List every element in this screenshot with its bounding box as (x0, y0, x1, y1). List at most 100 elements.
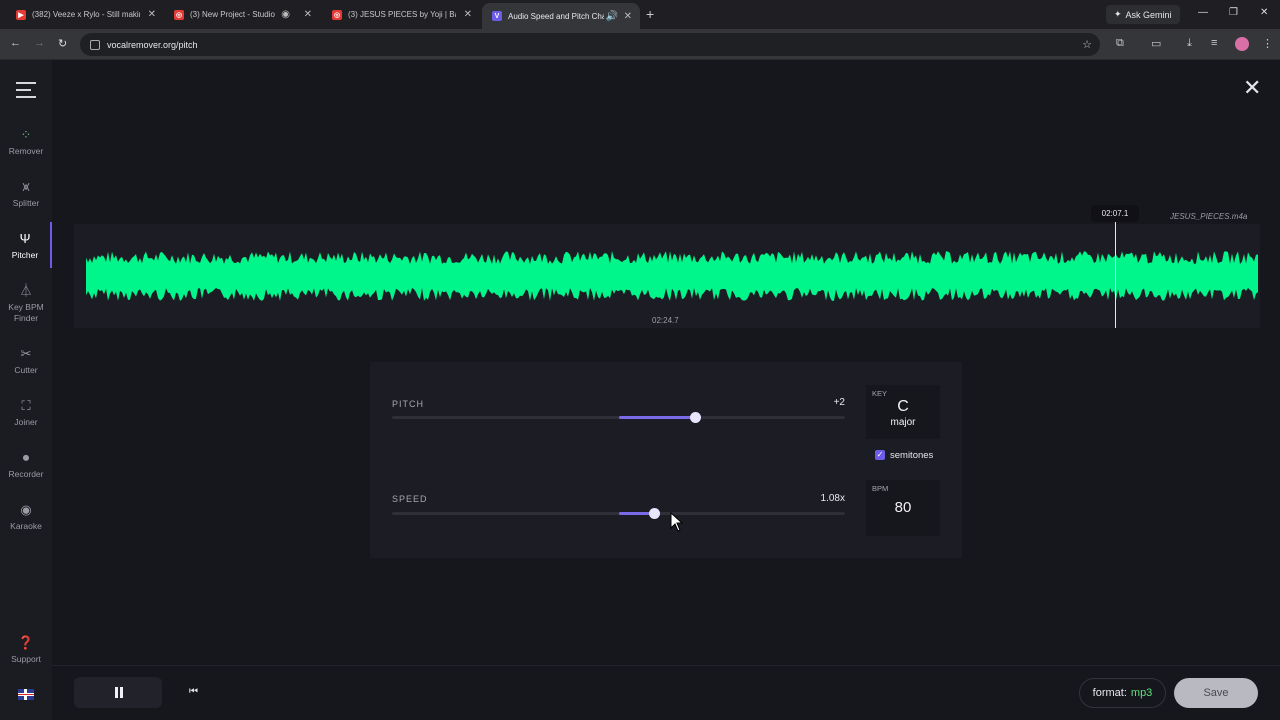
speaker-icon[interactable]: 🔊 (606, 11, 618, 22)
vocalremover-icon: V (492, 11, 502, 21)
waveform-shape (86, 251, 1258, 301)
waveform[interactable] (86, 250, 1258, 302)
close-icon[interactable]: ✕ (1243, 77, 1261, 99)
pitch-value: +2 (833, 397, 845, 408)
tuning-fork-icon: Ψ (19, 231, 31, 246)
sidebar-item-pitcher[interactable]: Ψ Pitcher (0, 222, 52, 268)
sidebar-item-label: Cutter (14, 365, 38, 375)
maximize-button[interactable]: ❐ (1229, 7, 1238, 18)
speed-value: 1.08x (820, 493, 845, 504)
key-note: C (897, 398, 909, 415)
splitter-icon: ⩙ (22, 179, 30, 194)
close-tab-icon[interactable]: ✕ (624, 11, 632, 22)
forward-arrow-icon[interactable]: → (34, 37, 45, 49)
playhead[interactable] (1115, 222, 1116, 328)
karaoke-icon: ◉ (20, 502, 32, 517)
cast-icon[interactable]: ▭ (1151, 37, 1161, 50)
url-field[interactable]: vocalremover.org/pitch ☆ (80, 33, 1100, 56)
key-caption: KEY (872, 389, 888, 398)
tab-title: Audio Speed and Pitch Cha… (508, 11, 604, 21)
minimize-button[interactable]: — (1198, 7, 1208, 18)
save-button[interactable]: Save (1174, 678, 1258, 708)
sidebar: ⁘ Remover ⩙ Splitter Ψ Pitcher ⏃ Key BPM… (0, 60, 52, 720)
sidebar-item-splitter[interactable]: ⩙ Splitter (0, 179, 52, 209)
remover-icon: ⁘ (20, 127, 32, 142)
duration-label: 02:24.7 (652, 316, 679, 325)
gemini-icon: ✦ (1114, 9, 1122, 19)
extensions-icon[interactable]: ⧉ (1116, 37, 1124, 50)
recording-icon: ◉ (281, 9, 290, 20)
back-arrow-icon[interactable]: ← (10, 37, 21, 49)
key-mode: major (890, 417, 916, 428)
sidebar-item-label: Key BPM Finder (8, 302, 44, 323)
profile-avatar[interactable] (1235, 37, 1249, 51)
sidebar-item-key-bpm-finder[interactable]: ⏃ Key BPM Finder (0, 284, 52, 324)
sidebar-item-label: Karaoke (10, 521, 42, 531)
scissors-icon: ✂ (20, 346, 32, 361)
bandlab-icon: ◎ (174, 9, 184, 20)
sidebar-item-label: Support (11, 654, 41, 664)
bpm-value: 80 (894, 499, 912, 516)
metronome-icon: ⏃ (19, 283, 33, 298)
hamburger-menu-icon[interactable] (16, 82, 36, 103)
browser-tab-bar: ▶ (382) Veeze x Rylo - Still makin… ✕ ◎ … (0, 0, 1280, 29)
bandlab-icon: ◎ (332, 9, 342, 20)
browser-tab[interactable]: ◎ (3) New Project - Studio ◉ ✕ (164, 4, 320, 25)
pitch-slider-fill (618, 416, 696, 419)
bpm-caption: BPM (872, 484, 889, 493)
reload-icon[interactable]: ↻ (58, 37, 67, 50)
sidebar-item-label: Remover (8, 146, 44, 156)
format-selector[interactable]: format: mp3 (1079, 678, 1166, 708)
tab-title: (3) JESUS PIECES by Yoji | Band… (348, 10, 456, 19)
site-info-icon[interactable] (90, 39, 100, 50)
browser-tab-active[interactable]: V Audio Speed and Pitch Cha… 🔊 ✕ (482, 3, 640, 29)
joiner-icon: ⛶ (21, 398, 31, 413)
media-control-icon[interactable]: ≡ (1211, 37, 1217, 49)
sidebar-item-label: Splitter (12, 198, 40, 208)
pitch-slider-handle[interactable] (690, 412, 701, 423)
close-tab-icon[interactable]: ✕ (148, 9, 156, 20)
current-time-badge: 02:07.1 (1091, 205, 1139, 222)
pitch-label: PITCH (392, 399, 424, 409)
key-box[interactable]: KEY C major (866, 385, 940, 439)
sidebar-item-remover[interactable]: ⁘ Remover (0, 127, 52, 157)
semitones-label: semitones (890, 450, 934, 461)
semitones-checkbox[interactable]: ✓ (875, 450, 885, 460)
close-window-button[interactable]: ✕ (1260, 7, 1268, 18)
sidebar-item-label: Pitcher (11, 250, 39, 260)
address-bar-row: ← → ↻ vocalremover.org/pitch ☆ ⧉ ▭ ⤓ ≡ ⋮ (0, 29, 1280, 60)
sidebar-item-karaoke[interactable]: ◉ Karaoke (0, 502, 52, 532)
download-icon[interactable]: ⤓ (1187, 37, 1192, 50)
bpm-box[interactable]: BPM 80 (866, 480, 940, 536)
close-tab-icon[interactable]: ✕ (464, 9, 472, 20)
microphone-icon: ⏺ (22, 450, 30, 465)
skip-to-start-icon[interactable]: ⏮ (189, 686, 198, 697)
format-value: mp3 (1130, 687, 1153, 699)
ask-gemini-label: Ask Gemini (1125, 9, 1172, 20)
url-text: vocalremover.org/pitch (107, 39, 198, 50)
speed-label: SPEED (392, 494, 428, 504)
format-label: format: (1092, 687, 1127, 699)
sidebar-item-support[interactable]: ❓ Support (0, 635, 52, 665)
more-menu-icon[interactable]: ⋮ (1262, 37, 1273, 50)
sidebar-item-joiner[interactable]: ⛶ Joiner (0, 398, 52, 428)
pause-icon (115, 687, 118, 698)
sidebar-item-recorder[interactable]: ⏺ Recorder (0, 450, 52, 480)
pause-icon-bar (120, 687, 123, 698)
tab-title: (382) Veeze x Rylo - Still makin… (32, 10, 140, 19)
file-name: JESUS_PIECES.m4a (1170, 212, 1248, 221)
browser-tab[interactable]: ▶ (382) Veeze x Rylo - Still makin… ✕ (6, 4, 164, 25)
close-tab-icon[interactable]: ✕ (304, 9, 312, 20)
browser-tab[interactable]: ◎ (3) JESUS PIECES by Yoji | Band… ✕ (322, 4, 480, 25)
ask-gemini-button[interactable]: ✦ Ask Gemini (1106, 5, 1180, 24)
help-icon: ❓ (17, 635, 35, 650)
youtube-icon: ▶ (16, 9, 26, 20)
bookmark-star-icon[interactable]: ☆ (1082, 38, 1092, 51)
pause-button[interactable] (74, 677, 162, 708)
mouse-cursor-icon (670, 512, 684, 532)
language-flag-icon[interactable] (18, 689, 34, 700)
new-tab-button[interactable]: + (646, 6, 654, 22)
sidebar-item-label: Recorder (8, 469, 44, 479)
sidebar-item-label: Joiner (14, 417, 38, 427)
sidebar-item-cutter[interactable]: ✂ Cutter (0, 346, 52, 376)
